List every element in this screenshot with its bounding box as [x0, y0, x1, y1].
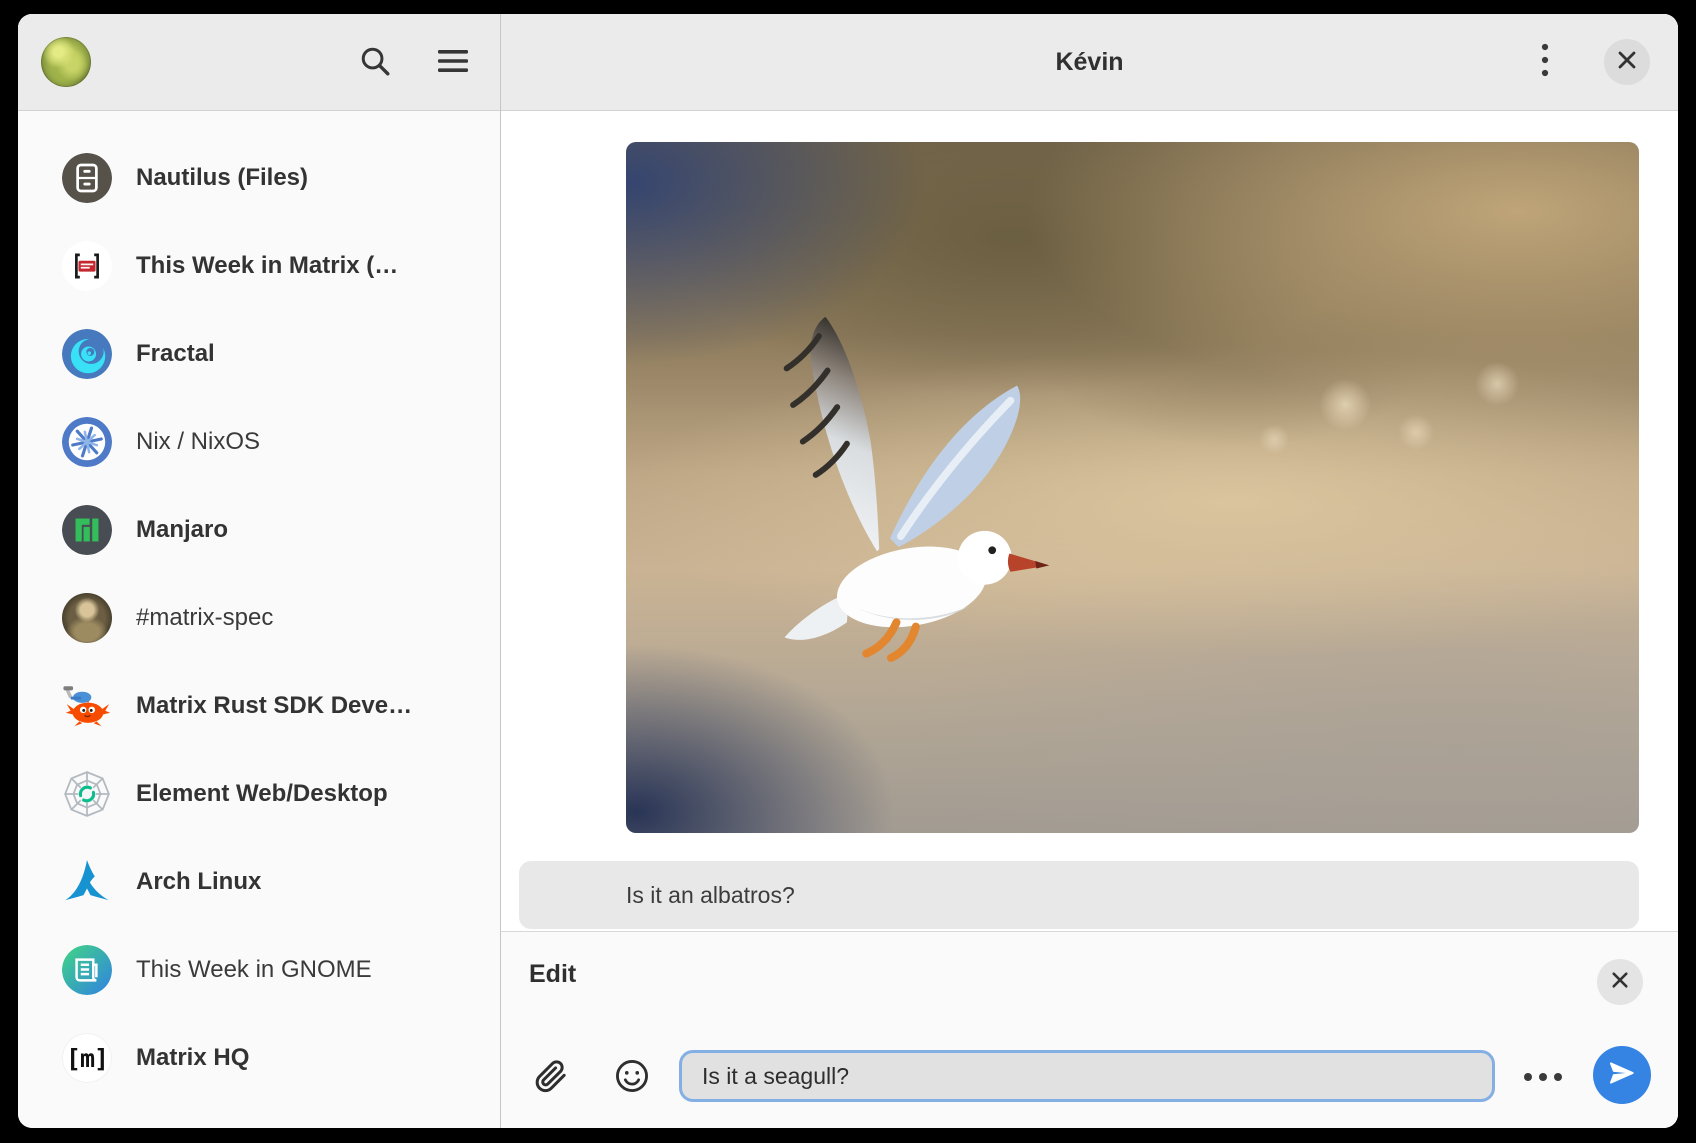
room-item-this-week-in-gnome[interactable]: This Week in GNOME [18, 926, 500, 1014]
search-icon [358, 44, 392, 83]
close-window-button[interactable] [1604, 39, 1650, 85]
ferris-crab-icon [62, 681, 112, 731]
room-item-matrix-hq[interactable]: [m] Matrix HQ [18, 1014, 500, 1102]
emoji-smiley-icon [613, 1057, 651, 1100]
person-photo-avatar [62, 593, 112, 643]
close-icon [1611, 971, 1629, 994]
fractal-app-window: Nautilus (Files) This Week in Matrix (… … [18, 14, 1678, 1128]
image-message-seagull[interactable] [626, 142, 1639, 833]
room-name: Matrix Rust SDK Deve… [136, 692, 412, 720]
room-name: Arch Linux [136, 868, 261, 896]
room-name: Manjaro [136, 516, 228, 544]
sidebar: Nautilus (Files) This Week in Matrix (… … [18, 14, 501, 1128]
composer-area: Edit [501, 931, 1678, 1128]
fractal-icon [62, 329, 112, 379]
room-list: Nautilus (Files) This Week in Matrix (… … [18, 111, 500, 1128]
seagull-illustration [707, 232, 1051, 716]
room-name: Fractal [136, 340, 215, 368]
message-text: Is it an albatros? [626, 882, 795, 909]
close-icon [1617, 50, 1637, 75]
room-item-nix-nixos[interactable]: Nix / NixOS [18, 398, 500, 486]
manjaro-icon [62, 505, 112, 555]
paperclip-icon [532, 1057, 570, 1100]
room-item-arch-linux[interactable]: Arch Linux [18, 838, 500, 926]
search-button[interactable] [354, 42, 396, 84]
chat-pane: Kévin [501, 14, 1678, 1128]
sidebar-header [18, 14, 500, 111]
message-input[interactable] [679, 1050, 1495, 1102]
more-options-button[interactable] [1521, 1058, 1565, 1098]
room-item-nautilus-files[interactable]: Nautilus (Files) [18, 134, 500, 222]
send-icon [1607, 1058, 1637, 1093]
element-web-icon [62, 769, 112, 819]
room-name: #matrix-spec [136, 604, 273, 632]
room-item-manjaro[interactable]: Manjaro [18, 486, 500, 574]
nautilus-icon [62, 153, 112, 203]
matrix-hq-icon: [m] [62, 1033, 112, 1083]
attach-file-button[interactable] [531, 1058, 571, 1098]
room-item-this-week-in-matrix[interactable]: This Week in Matrix (… [18, 222, 500, 310]
cancel-edit-button[interactable] [1597, 959, 1643, 1005]
room-title: Kévin [1055, 48, 1123, 77]
room-name: This Week in Matrix (… [136, 252, 398, 280]
room-item-fractal[interactable]: Fractal [18, 310, 500, 398]
kebab-menu-icon [1541, 43, 1549, 82]
hamburger-menu-icon [437, 48, 469, 79]
room-menu-button[interactable] [1524, 41, 1566, 83]
nixos-icon [62, 417, 112, 467]
twig-icon [62, 945, 112, 995]
room-item-matrix-spec[interactable]: #matrix-spec [18, 574, 500, 662]
matrix-logo-text: [m] [66, 1044, 108, 1073]
room-name: This Week in GNOME [136, 956, 372, 984]
edit-mode-label: Edit [529, 960, 576, 989]
room-item-element-web-desktop[interactable]: Element Web/Desktop [18, 750, 500, 838]
user-avatar[interactable] [41, 37, 91, 87]
text-message-bubble[interactable]: Is it an albatros? [519, 861, 1639, 929]
message-history: Is it an albatros? [501, 111, 1678, 931]
room-item-matrix-rust-sdk[interactable]: Matrix Rust SDK Deve… [18, 662, 500, 750]
ellipsis-icon [1523, 1069, 1563, 1087]
arch-linux-icon [62, 857, 112, 907]
chat-header: Kévin [501, 14, 1678, 111]
main-menu-button[interactable] [432, 42, 474, 84]
emoji-button[interactable] [612, 1058, 652, 1098]
send-button[interactable] [1593, 1046, 1651, 1104]
room-name: Nix / NixOS [136, 428, 260, 456]
twim-icon [62, 241, 112, 291]
room-name: Element Web/Desktop [136, 780, 388, 808]
room-name: Matrix HQ [136, 1044, 249, 1072]
room-name: Nautilus (Files) [136, 164, 308, 192]
